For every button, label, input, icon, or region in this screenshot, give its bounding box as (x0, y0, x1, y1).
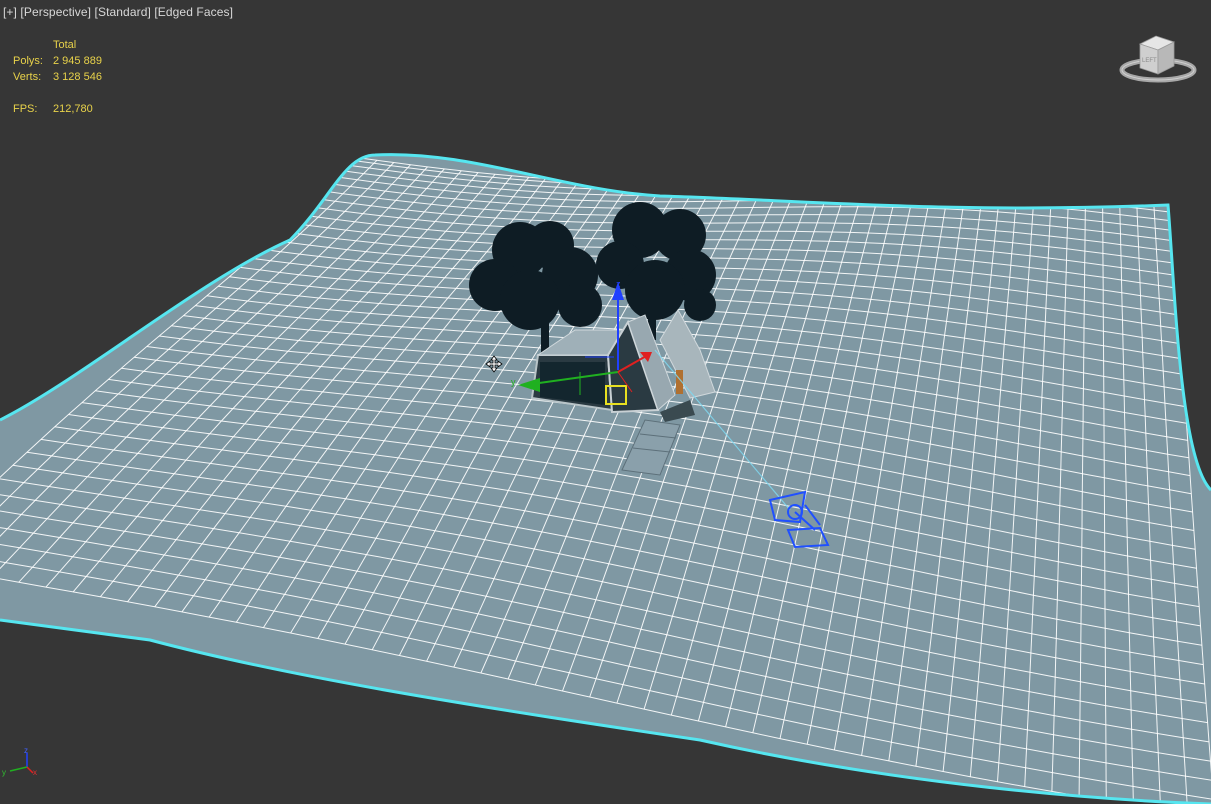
viewport-edges-menu[interactable]: [Edged Faces] (154, 5, 233, 19)
svg-text:z: z (616, 279, 621, 289)
axis-x-label: x (33, 768, 37, 777)
viewport-shading-menu[interactable]: [Standard] (95, 5, 151, 19)
polys-label: Polys: (13, 55, 43, 67)
move-cursor-icon (485, 355, 503, 373)
viewport-view-menu[interactable]: [Perspective] (20, 5, 91, 19)
axis-tripod-icon: z y x (2, 746, 37, 777)
fps-value: 212,780 (53, 103, 93, 115)
polys-value: 2 945 889 (53, 55, 102, 67)
viewcube-face-label: LEFT (1142, 58, 1157, 64)
fps-label: FPS: (13, 103, 38, 115)
stats-header: Total (53, 39, 77, 51)
axis-y-label: y (2, 768, 6, 777)
verts-value: 3 128 546 (53, 71, 102, 83)
viewcube-icon[interactable]: LEFT (1118, 30, 1198, 92)
viewport-plus-menu[interactable]: [+] (3, 5, 17, 19)
axis-z-label: z (24, 746, 28, 755)
verts-label: Verts: (13, 71, 42, 83)
svg-text:y: y (511, 377, 516, 387)
statistics-overlay: Total Polys: 2 945 889 Verts: 3 128 546 FP… (13, 37, 102, 117)
scene-canvas[interactable]: z y (0, 0, 1211, 804)
viewport-label-menu[interactable]: [+] [Perspective] [Standard] [Edged Face… (3, 5, 233, 19)
perspective-viewport[interactable]: z y [+] [Perspective] [Standard] [Edged … (0, 0, 1211, 804)
